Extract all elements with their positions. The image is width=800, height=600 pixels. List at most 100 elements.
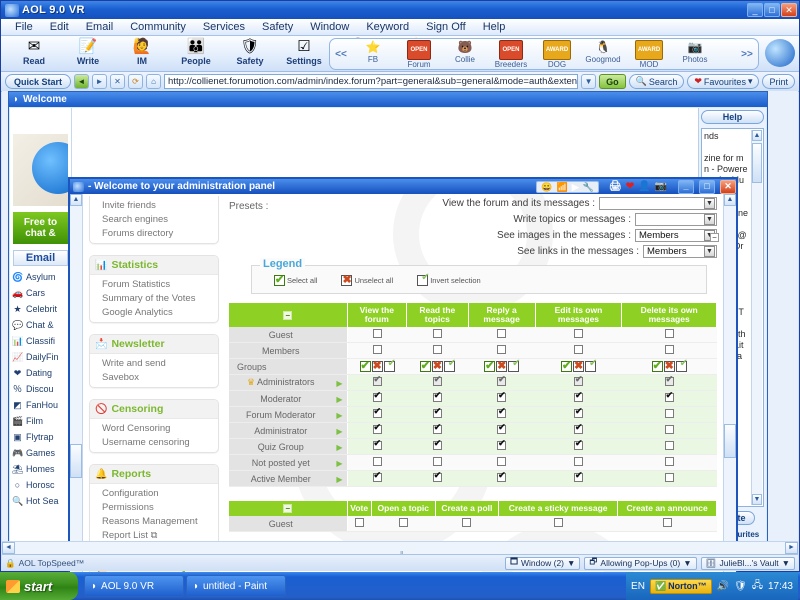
channel-dailyfin[interactable]: 📈 DailyFin — [12, 349, 71, 365]
unselect-all-icon[interactable] — [431, 359, 443, 372]
chevron-down-icon[interactable]: ▼ — [704, 214, 715, 225]
table-corner[interactable]: − — [229, 303, 348, 327]
permission-cell[interactable] — [347, 342, 407, 359]
reload-button[interactable]: ⟳ — [128, 74, 144, 89]
admin-maximize-button[interactable]: □ — [699, 179, 715, 194]
sidebar-link[interactable]: Permissions — [90, 500, 218, 514]
permission-cell[interactable] — [468, 374, 536, 391]
permission-checkbox[interactable] — [354, 518, 364, 527]
sidebar-link[interactable]: Forum Statistics — [90, 277, 218, 291]
expand-arrow-icon[interactable]: ▶ — [336, 443, 342, 452]
permission-cell[interactable] — [347, 358, 407, 375]
permission-checkbox[interactable] — [462, 518, 472, 527]
menu-keyword[interactable]: Keyword — [366, 21, 409, 33]
menu-safety[interactable]: Safety — [262, 21, 293, 33]
permission-checkbox[interactable] — [664, 374, 674, 386]
permission-checkbox[interactable] — [573, 329, 583, 338]
horizontal-scrollbar[interactable]: ◄ ‖ ► — [2, 541, 798, 559]
menu-sign-off[interactable]: Sign Off — [426, 21, 466, 33]
collapse-toggle[interactable]: − — [710, 233, 719, 242]
permission-cell[interactable] — [535, 342, 622, 359]
permission-cell[interactable] — [621, 406, 717, 423]
permission-cell[interactable] — [347, 454, 407, 471]
volume-icon[interactable]: 🔊 — [717, 581, 729, 592]
smiley-icon[interactable]: 😀 — [541, 182, 552, 192]
channel-homes[interactable]: ⛱ Homes — [12, 461, 71, 477]
permission-checkbox[interactable] — [372, 470, 382, 482]
permission-cell[interactable] — [406, 438, 469, 455]
permission-cell[interactable] — [621, 470, 717, 487]
expand-arrow-icon[interactable]: ▶ — [336, 427, 342, 436]
chart-icon[interactable]: 📶 — [557, 182, 568, 192]
legend-select-all-icon[interactable]: Select all — [274, 273, 317, 286]
scroll-right-arrow[interactable]: ► — [785, 542, 798, 554]
toolbar-settings[interactable]: ☑ Settings — [277, 37, 331, 66]
toolbar-im[interactable]: 🙋 IM — [115, 37, 169, 66]
permission-cell[interactable] — [535, 470, 622, 487]
preset-select[interactable]: ▼ — [635, 213, 717, 226]
chevron-down-icon[interactable]: ▼ — [567, 558, 575, 568]
back-button[interactable]: ◄ — [74, 74, 90, 89]
permission-checkbox[interactable] — [497, 438, 507, 450]
permission-checkbox[interactable] — [553, 518, 563, 527]
permission-cell[interactable] — [468, 358, 536, 375]
heart-icon[interactable]: ❤ — [626, 181, 634, 192]
permission-checkbox[interactable] — [664, 473, 674, 482]
scroll-thumb[interactable] — [724, 424, 736, 458]
permission-checkbox[interactable] — [372, 345, 382, 354]
select-all-icon[interactable] — [419, 359, 431, 372]
permission-cell[interactable] — [535, 327, 622, 343]
permission-checkbox[interactable] — [432, 406, 442, 418]
permission-checkbox[interactable] — [497, 406, 507, 418]
fav-next-button[interactable]: >> — [738, 49, 756, 60]
status-chip[interactable]: 🗗 Allowing Pop-Ups (0) ▼ — [584, 556, 697, 570]
permission-checkbox[interactable] — [497, 329, 507, 338]
menu-file[interactable]: File — [15, 21, 33, 33]
permission-checkbox[interactable] — [664, 425, 674, 434]
permission-cell[interactable] — [406, 358, 469, 375]
preset-select[interactable]: ▼ — [599, 197, 717, 210]
permission-cell[interactable] — [621, 454, 717, 471]
permission-checkbox[interactable] — [432, 374, 442, 386]
norton-indicator[interactable]: ✅ Norton™ — [649, 578, 712, 594]
invert-selection-icon[interactable] — [443, 358, 456, 372]
url-dropdown-button[interactable]: ▼ — [581, 74, 597, 89]
home-button[interactable]: ⌂ — [146, 74, 162, 89]
unselect-all-icon[interactable] — [572, 359, 584, 372]
menu-help[interactable]: Help — [483, 21, 506, 33]
permission-cell[interactable] — [535, 406, 622, 423]
legend-invert-selection-icon[interactable]: Invert selection — [417, 272, 481, 286]
permission-checkbox[interactable] — [573, 406, 583, 418]
permission-cell[interactable] — [406, 422, 469, 439]
collapse-icon[interactable]: − — [283, 310, 293, 320]
unselect-all-icon[interactable] — [371, 359, 383, 372]
close-button[interactable]: ✕ — [781, 3, 797, 17]
permission-cell[interactable] — [406, 406, 469, 423]
expand-arrow-icon[interactable]: ▶ — [336, 459, 342, 468]
permission-checkbox[interactable] — [573, 422, 583, 434]
permission-cell[interactable] — [406, 454, 469, 471]
permission-cell[interactable] — [621, 327, 717, 343]
print-button[interactable]: Print — [762, 74, 795, 89]
permission-cell[interactable] — [406, 470, 469, 487]
sidebar-link[interactable]: Summary of the Votes — [90, 291, 218, 305]
scroll-up-arrow[interactable]: ▲ — [724, 194, 736, 206]
permission-checkbox[interactable] — [664, 457, 674, 466]
permission-cell[interactable] — [347, 327, 407, 343]
toolbar-read[interactable]: ✉ Read — [7, 37, 61, 66]
permission-cell[interactable] — [535, 374, 622, 391]
permission-cell[interactable] — [535, 454, 622, 471]
permission-cell[interactable] — [406, 342, 469, 359]
aol-promo-ad[interactable]: Get AOL's Ne — [13, 134, 68, 206]
url-input[interactable]: http://collienet.forumotion.com/admin/in… — [164, 74, 579, 89]
sidebar-link[interactable]: Write and send — [90, 356, 218, 370]
channel-dating[interactable]: ❤ Dating — [12, 365, 71, 381]
network-icon[interactable]: 🖧 — [752, 578, 763, 595]
channel-celebrit[interactable]: ★ Celebrit — [12, 301, 71, 317]
permission-cell[interactable] — [621, 422, 717, 439]
permission-cell[interactable] — [468, 406, 536, 423]
security-icon[interactable]: 🛡 — [734, 581, 747, 592]
admin-minimize-button[interactable]: _ — [678, 179, 694, 194]
channel-fanhou[interactable]: ◩ FanHou — [12, 397, 71, 413]
favbar-dog[interactable]: AWARD DOG — [534, 39, 580, 69]
